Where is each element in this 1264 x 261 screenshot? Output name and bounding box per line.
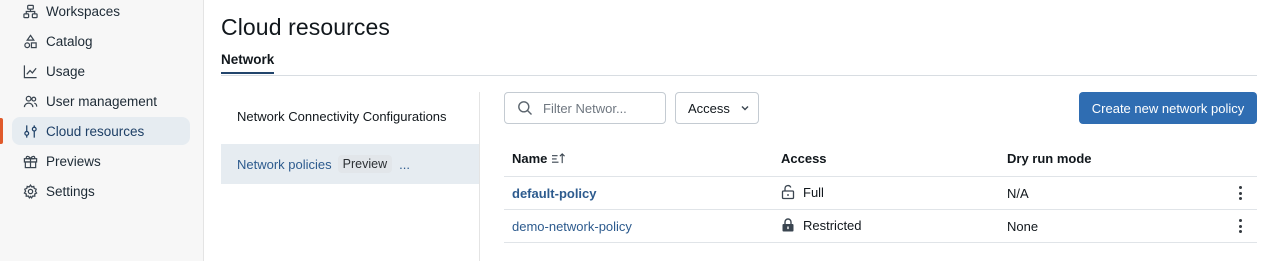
policy-name-link[interactable]: default-policy — [512, 186, 597, 201]
gift-icon — [22, 153, 38, 169]
search-icon — [517, 100, 533, 116]
sidebar-item-cloud-resources[interactable]: Cloud resources — [12, 117, 190, 145]
access-filter-dropdown[interactable]: Access — [675, 92, 759, 124]
sidebar-item-label: Workspaces — [46, 3, 121, 19]
sidebar-item-label: Cloud resources — [46, 123, 145, 139]
create-network-policy-button[interactable]: Create new network policy — [1079, 92, 1257, 124]
subnav-item-network-policies[interactable]: Network policies Preview ... — [221, 144, 479, 184]
sidebar-item-label: Settings — [46, 183, 95, 199]
sidebar: Workspaces Catalog Usage User management… — [0, 0, 204, 261]
sidebar-item-catalog[interactable]: Catalog — [12, 27, 190, 55]
row-divider — [504, 209, 1257, 210]
sidebar-item-label: User management — [46, 93, 158, 109]
row-actions-kebab-icon[interactable] — [1232, 184, 1248, 202]
column-header-access: Access — [781, 151, 827, 166]
search-input[interactable] — [541, 99, 665, 117]
sliders-icon — [22, 123, 38, 139]
sidebar-item-user-management[interactable]: User management — [12, 87, 190, 115]
sidebar-item-usage[interactable]: Usage — [12, 57, 190, 85]
subnav-item-label: Network Connectivity Configurations — [237, 108, 447, 124]
sidebar-item-settings[interactable]: Settings — [12, 177, 190, 205]
tab-divider — [221, 75, 1257, 76]
subnav-divider — [479, 92, 480, 261]
access-cell: Full — [781, 184, 824, 200]
page-title: Cloud resources — [221, 14, 390, 40]
sidebar-item-label: Catalog — [46, 33, 93, 49]
sidebar-item-workspaces[interactable]: Workspaces — [12, 0, 190, 25]
row-actions-kebab-icon[interactable] — [1232, 217, 1248, 235]
ellipsis: ... — [399, 156, 410, 172]
dry-run-value: N/A — [1007, 186, 1029, 201]
subnav-item-ncc[interactable]: Network Connectivity Configurations — [221, 96, 479, 136]
preview-badge: Preview — [337, 155, 393, 173]
active-indicator — [0, 118, 3, 144]
access-filter-label: Access — [688, 100, 730, 116]
workspaces-icon — [22, 3, 38, 19]
gear-icon — [22, 183, 38, 199]
access-cell: Restricted — [781, 217, 862, 233]
column-header-dry-run: Dry run mode — [1007, 151, 1092, 166]
sidebar-item-label: Usage — [46, 63, 86, 79]
tab-network[interactable]: Network — [221, 52, 275, 74]
column-header-name[interactable]: Name — [512, 151, 566, 168]
sort-ascending-icon[interactable] — [551, 152, 566, 168]
sidebar-item-previews[interactable]: Previews — [12, 147, 190, 175]
subnav-item-label: Network policies — [237, 156, 332, 172]
dry-run-value: None — [1007, 219, 1039, 234]
chevron-down-icon — [739, 102, 751, 114]
row-divider — [504, 176, 1257, 177]
catalog-icon — [22, 33, 38, 49]
access-value: Restricted — [803, 217, 862, 233]
unlock-icon — [781, 184, 795, 200]
access-value: Full — [803, 184, 824, 200]
policy-name-link[interactable]: demo-network-policy — [512, 219, 632, 234]
column-header-label: Name — [512, 151, 548, 166]
usage-chart-icon — [22, 63, 38, 79]
lock-icon — [782, 218, 794, 232]
sidebar-item-label: Previews — [46, 153, 101, 169]
filter-search — [504, 92, 666, 124]
users-icon — [22, 93, 38, 109]
row-divider — [504, 242, 1257, 243]
